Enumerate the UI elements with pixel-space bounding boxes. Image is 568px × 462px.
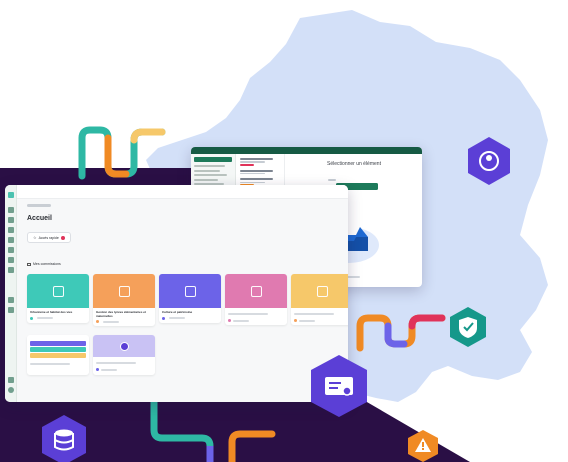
card-meta [93,318,155,326]
main-content: Accueil ☆ Accès rapide Mes commissions U… [17,185,348,402]
card-title [291,308,348,311]
hero-illustration: Sélectionner un élément Accueil ☆ Accès … [0,0,568,462]
ribbon-top-left [78,126,166,180]
card-thumbnail [291,274,348,308]
ribbon-bottom [150,400,276,462]
gear-icon[interactable] [8,297,14,303]
breadcrumb[interactable] [27,204,51,207]
users-icon[interactable] [8,267,14,273]
database-icon [42,415,86,462]
card-thumbnail [159,274,221,308]
user-badge-icon [468,137,510,185]
divider [328,179,336,181]
quick-access-button[interactable]: ☆ Accès rapide [27,232,71,243]
page-title: Accueil [27,215,52,222]
commission-card[interactable] [291,274,348,325]
calendar-icon[interactable] [8,217,14,223]
card-meta [225,317,287,325]
card-title [225,308,287,311]
avatar[interactable] [8,387,14,393]
palette-icon [250,285,262,297]
meetings-icon[interactable] [8,237,14,243]
document-window-header [191,147,422,154]
card-title: Gestion des lycées élémentaires et mater… [96,310,146,318]
app-logo-icon [8,192,14,198]
help-icon[interactable] [8,307,14,313]
warning-icon [408,430,438,462]
list-item[interactable] [240,158,281,166]
graduation-cap-icon [118,285,130,297]
card-meta [291,317,348,325]
folder-item[interactable] [194,174,227,176]
section-header: Mes commissions [27,262,61,266]
app-window: Accueil ☆ Accès rapide Mes commissions U… [5,185,348,402]
info-icon [119,341,129,351]
panel-title: Sélectionner un élément [327,161,381,167]
folder-item[interactable] [194,178,219,181]
nav-rail [5,185,17,402]
tasks-icon[interactable] [8,257,14,263]
ribbon-right [356,314,446,352]
commission-card[interactable] [225,274,287,325]
new-folder-button[interactable] [194,157,232,162]
folder-item[interactable] [194,169,221,172]
quick-access-label: Accès rapide [38,235,59,240]
book-icon [184,285,196,297]
star-icon: ☆ [33,235,37,240]
folder-icon[interactable] [8,247,14,253]
card-thumbnail [93,335,155,357]
commission-card[interactable] [93,335,155,375]
list-item[interactable] [240,169,281,175]
commission-card[interactable]: Culture et patrimoine [159,274,221,323]
folder-icon [27,262,31,266]
card-meta [159,315,221,323]
card-thumbnail [93,274,155,308]
building-icon [52,285,64,297]
home-icon[interactable] [8,207,14,213]
top-bar [17,185,348,199]
folder-item[interactable] [194,165,225,167]
commission-card[interactable] [27,335,89,375]
card-title: Urbanisme et habitat des vies [30,310,73,314]
documents-icon[interactable] [8,227,14,233]
card-title: Culture et patrimoine [162,310,193,314]
certificate-icon [311,355,367,417]
commission-card[interactable]: Gestion des lycées élémentaires et mater… [93,274,155,327]
card-thumbnail [225,274,287,308]
section-label: Mes commissions [33,262,61,266]
notification-badge [60,235,65,240]
collapse-icon[interactable] [8,377,14,383]
card-thumbnail [27,274,89,308]
shield-check-icon [450,307,486,347]
card-meta [93,366,155,374]
commission-card[interactable]: Urbanisme et habitat des vies [27,274,89,323]
card-meta [27,315,89,323]
hand-icon [316,285,328,297]
